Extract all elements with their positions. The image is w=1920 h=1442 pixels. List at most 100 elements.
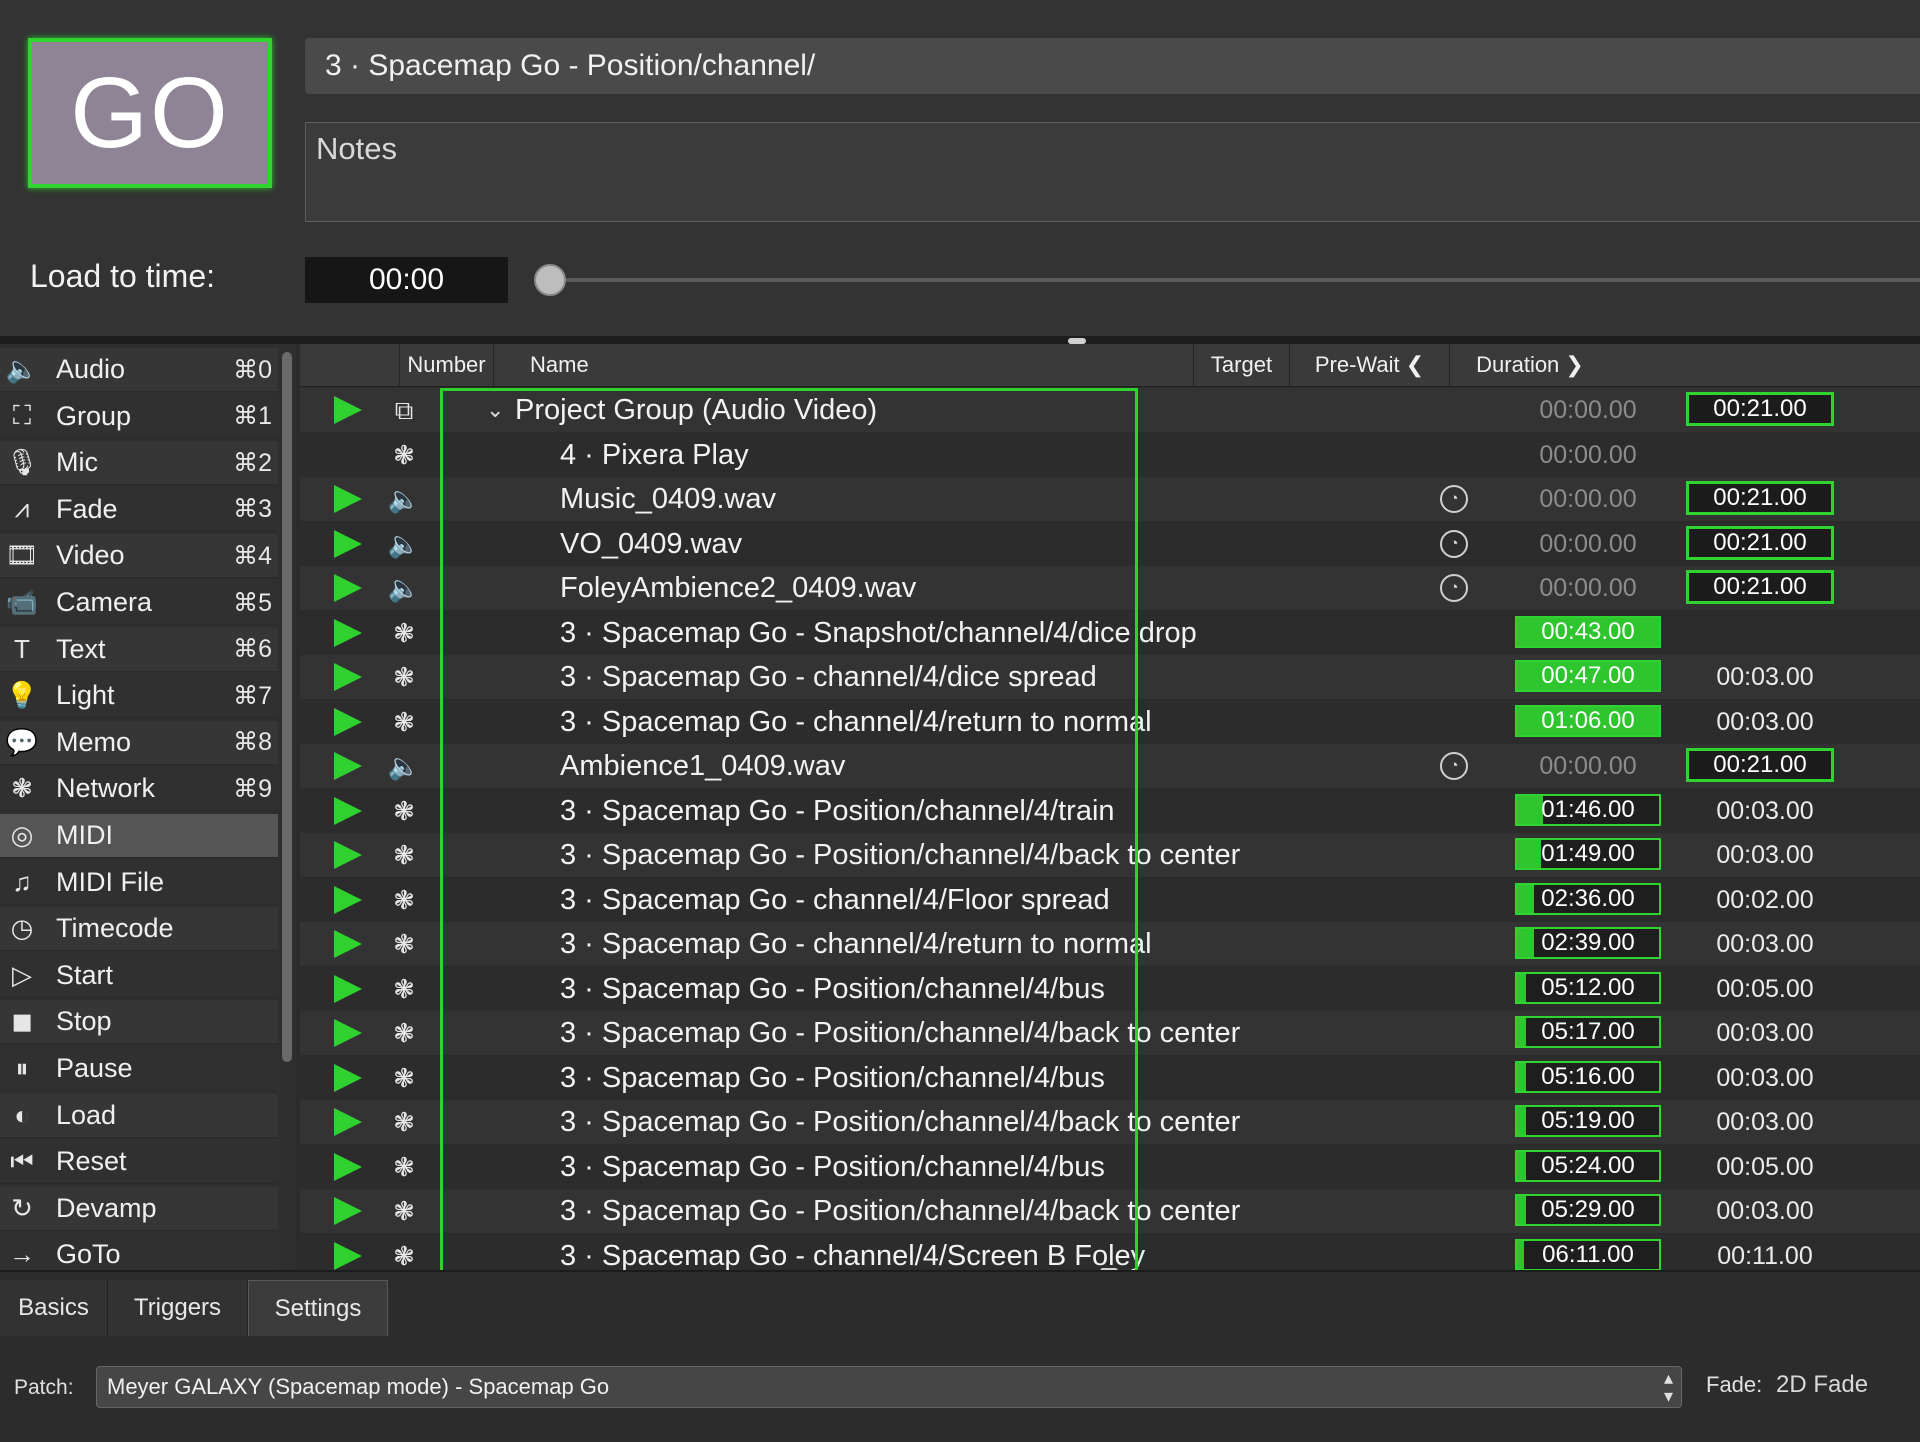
cue-name[interactable]: 4 · Pixera Play [560,433,749,477]
duration-value[interactable]: 00:21.00 [1686,392,1834,426]
sidebar-item-group[interactable]: ⛶ Group ⌘1 [0,394,278,439]
cue-name[interactable]: 3 · Spacemap Go - Position/channel/4/bac… [560,1189,1240,1233]
cue-row[interactable]: ❃ 3 · Spacemap Go - channel/4/Screen B Fo… [300,1233,1920,1271]
sidebar-item-audio[interactable]: 🔈 Audio ⌘0 [0,348,278,392]
play-triangle-icon[interactable] [334,618,362,647]
duration-value[interactable]: 00:03.00 [1690,833,1840,877]
sidebar-item-text[interactable]: T Text ⌘6 [0,627,278,672]
cue-name[interactable]: VO_0409.wav [560,522,742,566]
header-number[interactable]: Number [400,344,494,386]
prewait-value[interactable]: 00:00.00 [1515,433,1661,477]
target-dial-icon[interactable]: ◔ [1440,574,1468,602]
header-name[interactable]: Name [494,344,1194,386]
duration-value[interactable]: 00:03.00 [1690,1011,1840,1055]
play-triangle-icon[interactable] [334,974,362,1003]
play-triangle-icon[interactable] [334,663,362,691]
cue-name[interactable]: 3 · Spacemap Go - channel/4/dice spread [560,655,1097,699]
duration-value[interactable]: 00:05.00 [1690,967,1840,1011]
cue-row[interactable]: ❃ 3 · Spacemap Go - channel/4/Floor sprea… [300,877,1920,922]
play-triangle-icon[interactable] [334,885,362,914]
play-triangle-icon[interactable] [334,1108,362,1136]
header-duration[interactable]: Duration ❯ [1450,344,1610,386]
sidebar-item-video[interactable]: 🎞 Video ⌘4 [0,534,278,579]
cue-name[interactable]: Music_0409.wav [560,477,776,521]
duration-value[interactable]: 00:21.00 [1686,748,1834,782]
duration-value[interactable]: 00:21.00 [1686,481,1834,515]
cue-row[interactable]: ❃ 3 · Spacemap Go - channel/4/dice spread… [300,655,1920,699]
duration-value[interactable]: 00:05.00 [1690,1145,1840,1189]
load-time-slider-track[interactable] [550,278,1920,282]
duration-value[interactable]: 00:03.00 [1690,1100,1840,1144]
sidebar-item-goto[interactable]: → GoTo [0,1233,278,1270]
patch-select[interactable]: Meyer GALAXY (Spacemap mode) - Spacemap … [96,1366,1682,1408]
cue-name[interactable]: Ambience1_0409.wav [560,744,845,788]
prewait-value[interactable]: 00:00.00 [1515,522,1661,566]
play-triangle-icon[interactable] [334,1063,362,1092]
duration-value[interactable]: 00:02.00 [1690,878,1840,922]
duration-value[interactable]: 00:03.00 [1690,789,1840,833]
play-triangle-icon[interactable] [334,1019,362,1047]
panel-divider[interactable] [0,336,1920,344]
cue-name[interactable]: 3 · Spacemap Go - channel/4/Screen B Fol… [560,1234,1145,1271]
duration-value[interactable]: 00:03.00 [1690,1056,1840,1100]
cue-name[interactable]: 3 · Spacemap Go - Position/channel/4/tra… [560,789,1115,833]
sidebar-item-mic[interactable]: 🎙 Mic ⌘2 [0,441,278,486]
duration-value[interactable]: 00:21.00 [1686,570,1834,604]
play-triangle-icon[interactable] [334,796,362,825]
tab-basics[interactable]: Basics [0,1280,108,1336]
notes-field[interactable]: Notes [305,122,1920,222]
load-time-slider-knob[interactable] [534,264,566,296]
cue-row[interactable]: ❃ 3 · Spacemap Go - Position/channel/4/bu… [300,1055,1920,1100]
tab-triggers[interactable]: Triggers [108,1280,248,1336]
cue-row[interactable]: 🔈 VO_0409.wav ◔ 00:00.00 00:21.00 [300,521,1920,566]
cue-name[interactable]: 3 · Spacemap Go - Position/channel/4/bac… [560,833,1240,877]
sidebar-item-light[interactable]: 💡 Light ⌘7 [0,674,278,719]
target-dial-icon[interactable]: ◔ [1440,529,1468,558]
cue-row[interactable]: ❃ 3 · Spacemap Go - channel/4/return to n… [300,922,1920,966]
cue-row[interactable]: ❃ 3 · Spacemap Go - Position/channel/4/bu… [300,1144,1920,1189]
sidebar-item-devamp[interactable]: ↻ Devamp [0,1186,278,1231]
header-prewait[interactable]: Pre-Wait ❮ [1290,344,1450,386]
cue-row[interactable]: 🔈 Ambience1_0409.wav ◔ 00:00.00 00:21.00 [300,744,1920,788]
sidebar-item-start[interactable]: ▷ Start [0,953,278,998]
play-triangle-icon[interactable] [334,1152,362,1181]
cue-name[interactable]: 3 · Spacemap Go - channel/4/return to no… [560,700,1152,744]
sidebar-item-midi-file[interactable]: ♫ MIDI File [0,860,278,905]
cue-name[interactable]: 3 · Spacemap Go - Snapshot/channel/4/dic… [560,611,1197,655]
play-triangle-icon[interactable] [334,1197,362,1225]
duration-value[interactable]: 00:03.00 [1690,922,1840,966]
play-triangle-icon[interactable] [334,841,362,869]
duration-value[interactable]: 00:03.00 [1690,655,1840,699]
cue-name[interactable]: Project Group (Audio Video) [515,388,877,432]
tab-settings[interactable]: Settings [248,1280,388,1336]
cue-row[interactable]: 🔈 Music_0409.wav ◔ 00:00.00 00:21.00 [300,477,1920,521]
cue-row[interactable]: ❃ 3 · Spacemap Go - channel/4/return to n… [300,699,1920,744]
header-target[interactable]: Target [1194,344,1290,386]
cue-row[interactable]: ❃ 3 · Spacemap Go - Position/channel/4/bu… [300,966,1920,1011]
duration-value[interactable]: 00:03.00 [1690,700,1840,744]
chevron-down-icon[interactable]: ⌄ [486,388,504,432]
target-dial-icon[interactable]: ◔ [1440,752,1468,780]
play-triangle-icon[interactable] [334,707,362,736]
prewait-value[interactable]: 00:00.00 [1515,744,1661,788]
sidebar-item-memo[interactable]: 💬 Memo ⌘8 [0,720,278,765]
cue-row[interactable]: ❃ 3 · Spacemap Go - Position/channel/4/ba… [300,1189,1920,1233]
play-triangle-icon[interactable] [334,1241,362,1270]
sidebar-item-load[interactable]: ◐ Load [0,1093,278,1138]
cue-row[interactable]: ❃ 3 · Spacemap Go - Position/channel/4/tr… [300,788,1920,833]
prewait-value[interactable]: 00:00.00 [1515,566,1661,610]
prewait-value[interactable]: 00:00.00 [1515,477,1661,521]
sidebar-item-network[interactable]: ❃ Network ⌘9 [0,767,278,812]
cue-title-field[interactable]: 3 · Spacemap Go - Position/channel/ [305,38,1920,94]
fade-mode-value[interactable]: 2D Fade [1776,1371,1868,1399]
sidebar-item-camera[interactable]: 📹 Camera ⌘5 [0,581,278,625]
duration-value[interactable]: 00:21.00 [1686,525,1834,560]
sidebar-item-pause[interactable]: ⏸ Pause [0,1047,278,1091]
cue-name[interactable]: FoleyAmbience2_0409.wav [560,566,916,610]
go-button[interactable]: GO [28,38,272,188]
prewait-value[interactable]: 00:00.00 [1515,388,1661,432]
target-dial-icon[interactable]: ◔ [1440,485,1468,513]
cue-name[interactable]: 3 · Spacemap Go - Position/channel/4/bac… [560,1011,1240,1055]
cue-row[interactable]: ❃ 3 · Spacemap Go - Snapshot/channel/4/di… [300,610,1920,655]
cue-row[interactable]: ❃ 4 · Pixera Play 00:00.00 [300,432,1920,477]
